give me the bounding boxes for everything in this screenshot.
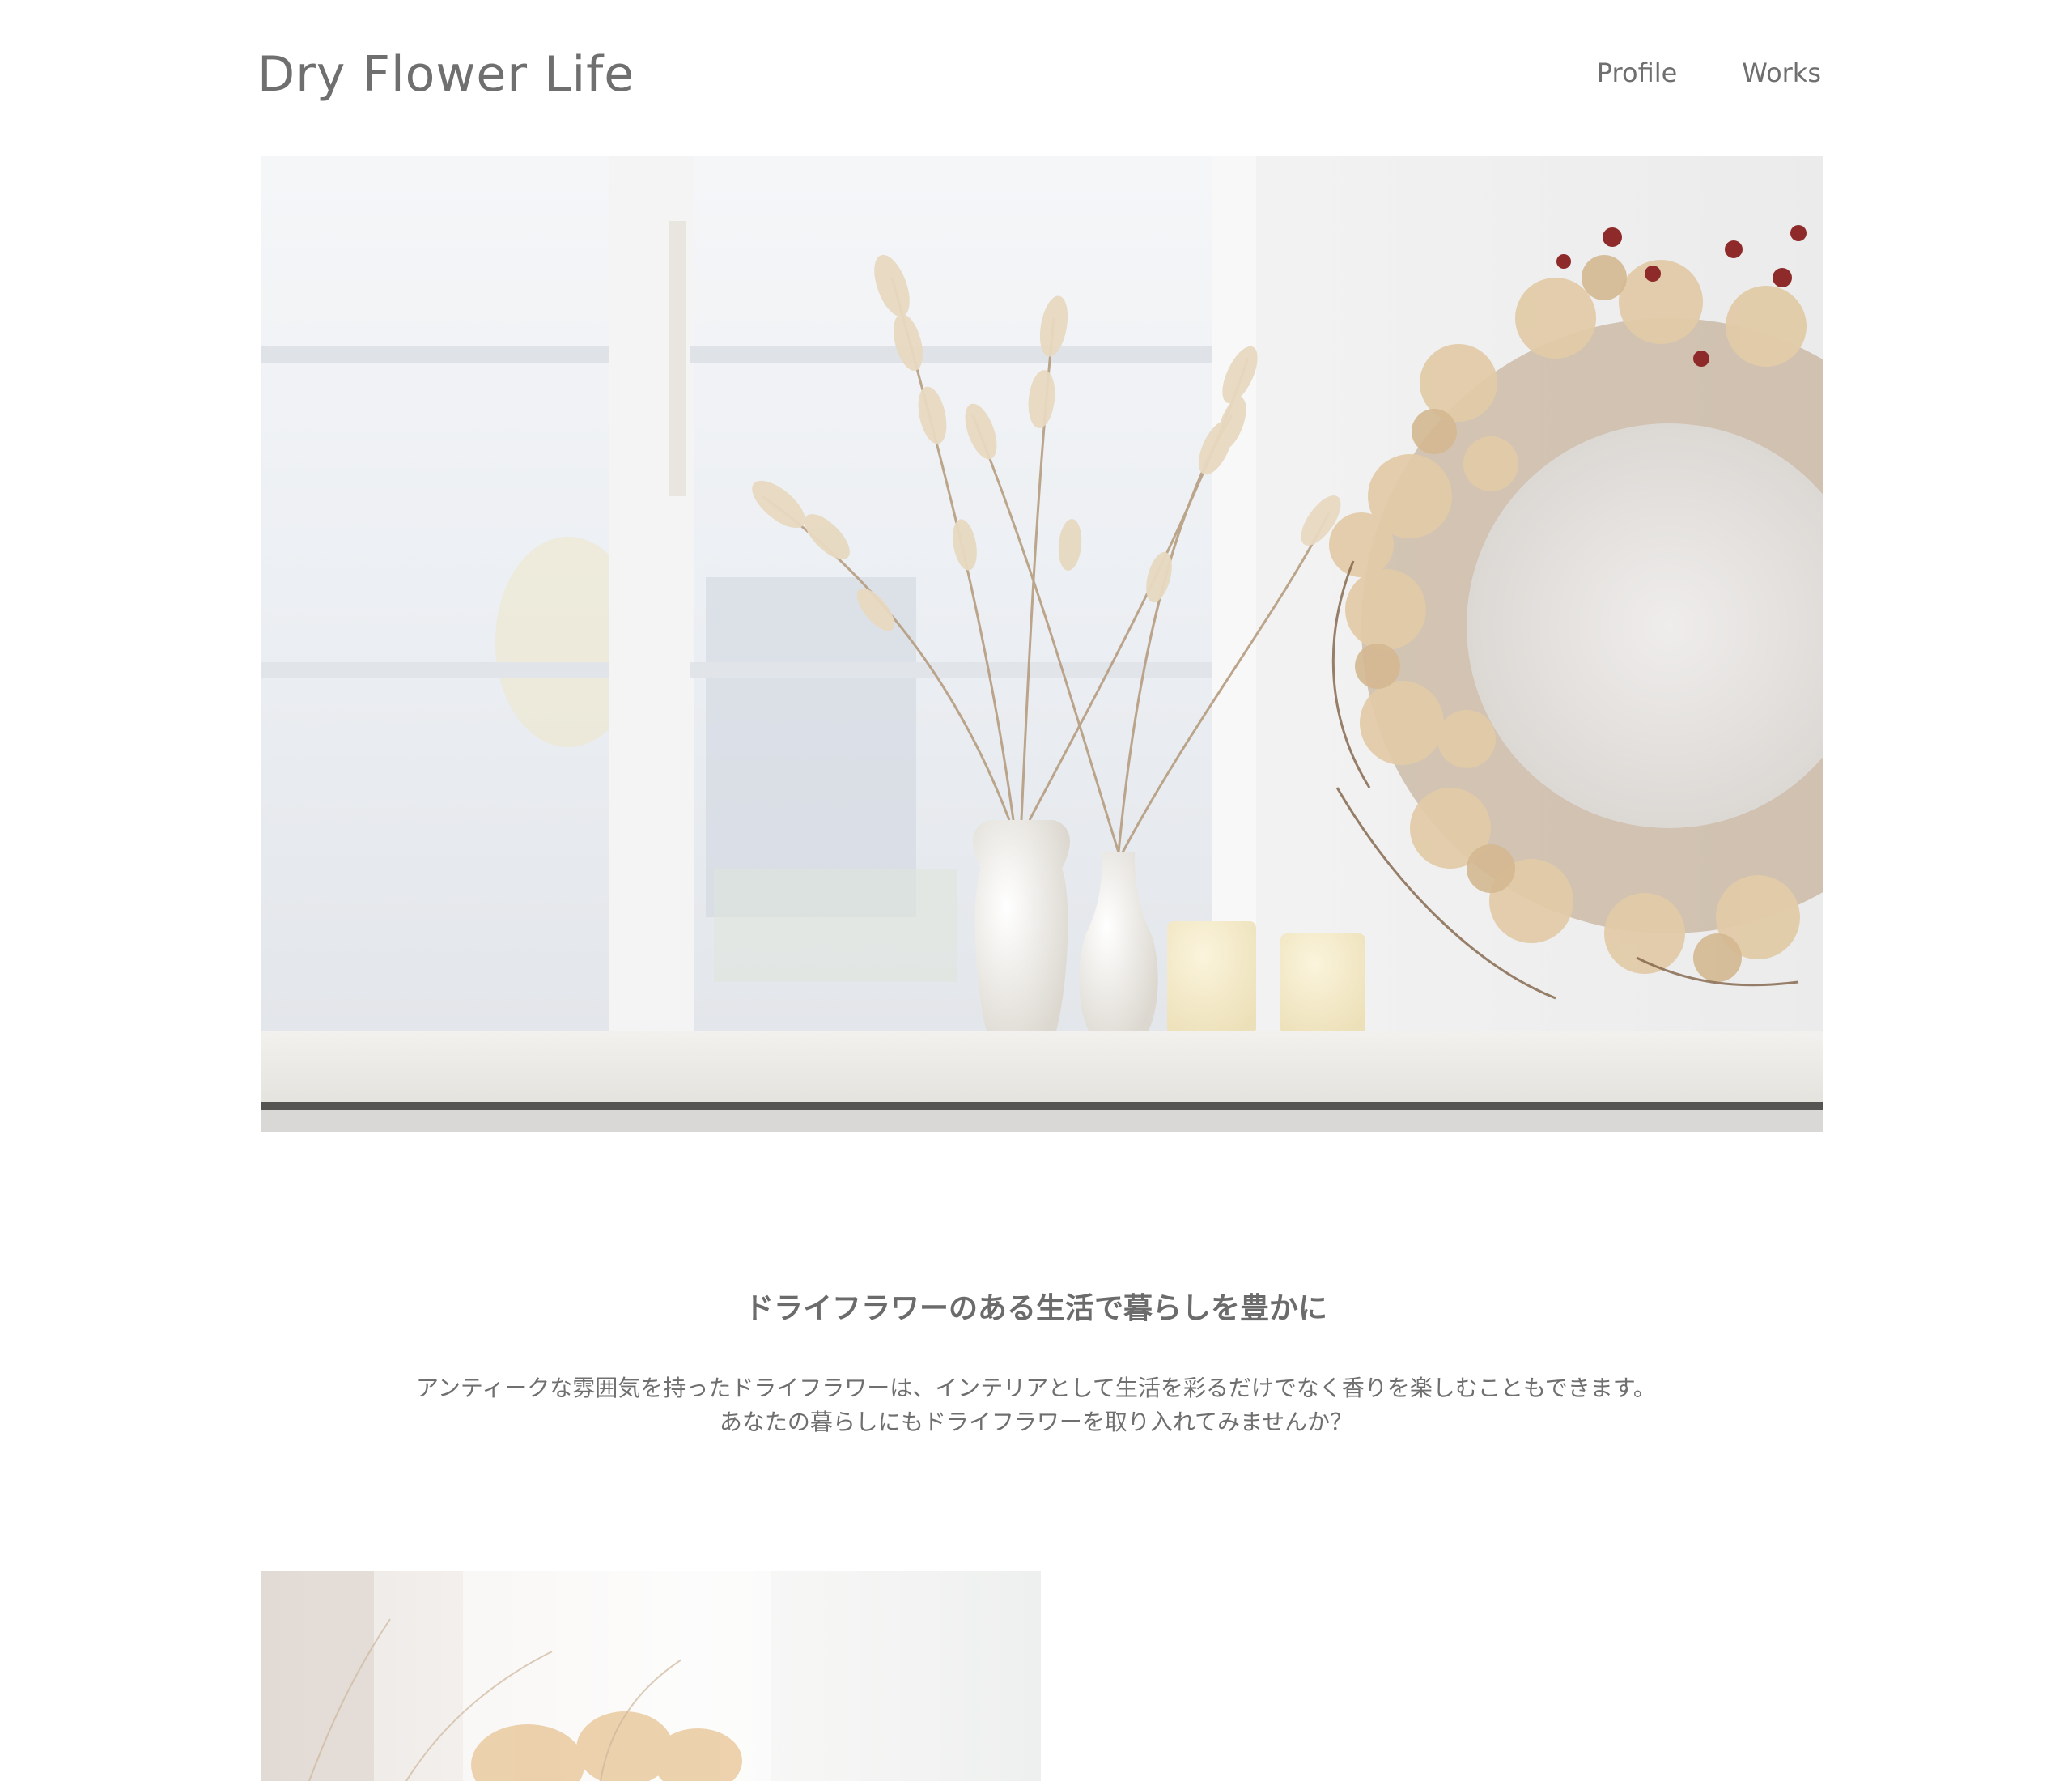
intro-heading: ドライフラワーのある生活で暮らしを豊かに: [744, 1291, 1327, 1325]
hero-image: [261, 156, 1823, 1132]
dried-flower-bouquet-photo: [261, 1571, 1041, 1781]
intro-line-2: あなたの暮らしにもドライフラワーを取り入れてみませんか？: [719, 1409, 1353, 1435]
work-thumbnail-image[interactable]: [261, 1571, 1041, 1781]
site-header: Dry Flower Life Profile Works: [0, 0, 2072, 154]
main-nav: Profile Works: [1597, 57, 1821, 89]
intro-line-1: アンティークな雰囲気を持ったドライフラワーは、インテリアとして生活を彩るだけでな…: [416, 1375, 1656, 1401]
nav-item-works[interactable]: Works: [1742, 57, 1821, 89]
site-logo[interactable]: Dry Flower Life: [257, 44, 635, 105]
intro-text: アンティークな雰囲気を持ったドライフラワーは、インテリアとして生活を彩るだけでな…: [0, 1371, 2072, 1439]
hero-photo-illustration: [261, 156, 1823, 1132]
nav-item-profile[interactable]: Profile: [1597, 57, 1678, 89]
